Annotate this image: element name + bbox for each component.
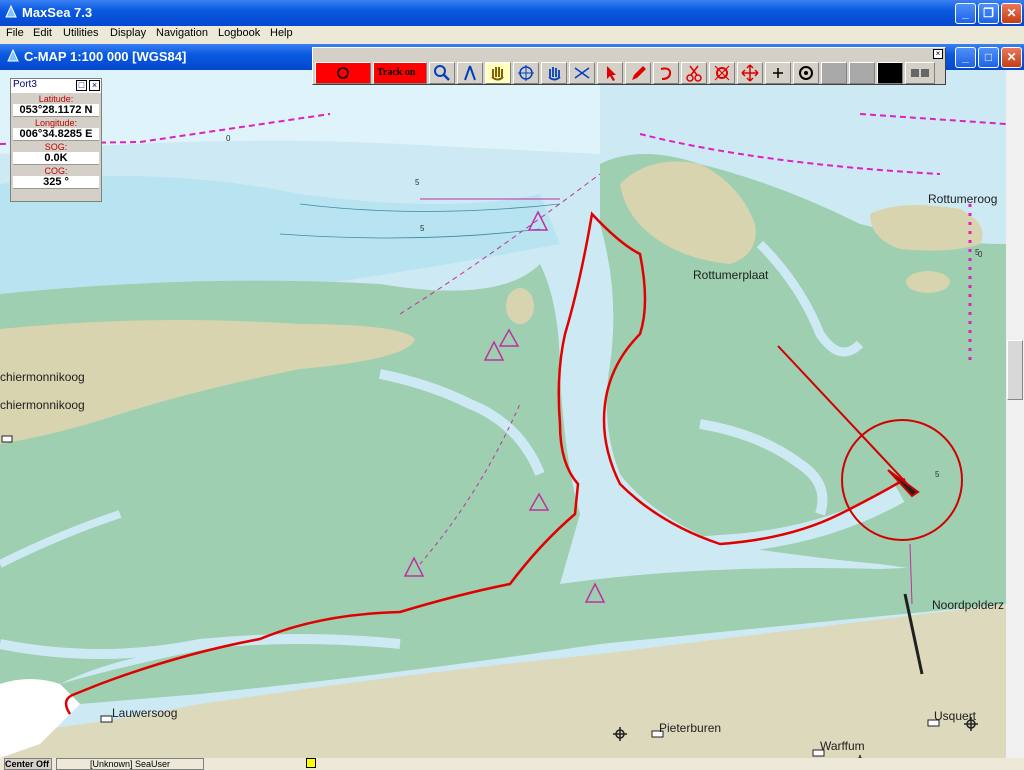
- grey-swatch-button[interactable]: [821, 62, 847, 84]
- menu-logbook[interactable]: Logbook: [218, 27, 260, 39]
- user-status: [Unknown] SeaUser: [56, 758, 204, 770]
- hand-pan-icon: [491, 67, 504, 81]
- menu-file[interactable]: File: [6, 27, 24, 39]
- nautical-chart[interactable]: Rottumerplaat Rottumeroog chiermonnikoog…: [0, 70, 1006, 758]
- arrows-icon: [574, 67, 590, 79]
- pan-button[interactable]: [485, 62, 511, 84]
- center-button[interactable]: [793, 62, 819, 84]
- place-label-schiermonnikoog-2: chiermonnikoog: [0, 398, 85, 412]
- move-icon: [741, 64, 759, 82]
- position-info-panel: Port3 □ × Latitude: 053°28.1172 N Longit…: [10, 78, 102, 202]
- chart-graphics: [0, 70, 1006, 758]
- compass-divider-icon: [464, 65, 476, 81]
- menu-help[interactable]: Help: [270, 27, 293, 39]
- info-panel-titlebar[interactable]: Port3 □ ×: [11, 79, 101, 93]
- depth-label: 5: [420, 224, 425, 233]
- chart-close-button[interactable]: ✕: [1001, 47, 1022, 68]
- chart-window-icon: [7, 49, 19, 62]
- longitude-label: Longitude:: [34, 118, 78, 128]
- crosshair-button[interactable]: [513, 62, 539, 84]
- info-panel-maximize-button[interactable]: □: [76, 80, 87, 91]
- arrows-button[interactable]: [569, 62, 595, 84]
- divider-button[interactable]: [457, 62, 483, 84]
- minimize-button[interactable]: _: [955, 3, 976, 24]
- place-label-schiermonnikoog-1: chiermonnikoog: [0, 370, 85, 384]
- chart-window-title: C-MAP 1:100 000 [WGS84]: [24, 49, 187, 64]
- pointer-icon: [607, 66, 616, 81]
- hand-select-icon: [548, 67, 561, 81]
- depth-label: 5: [415, 178, 420, 187]
- chart-window: C-MAP 1:100 000 [WGS84] _ □ ✕ Rottumerpl…: [0, 44, 1024, 768]
- tools-palette-titlebar[interactable]: [313, 48, 945, 60]
- chart-minimize-button[interactable]: _: [955, 47, 976, 68]
- place-label-pieterburen: Pieterburen: [659, 721, 722, 735]
- mob-icon: [337, 67, 349, 79]
- scrollbar-thumb[interactable]: [1007, 340, 1023, 400]
- zoom-icon: [434, 65, 450, 81]
- route-button[interactable]: [653, 62, 679, 84]
- scissors-button[interactable]: [681, 62, 707, 84]
- circle-dot-icon: [799, 66, 813, 80]
- cog-value: 325 °: [13, 176, 99, 189]
- place-label-warffum: Warffum: [820, 739, 865, 753]
- info-panel-title: Port3: [13, 79, 37, 90]
- longitude-value: 006°34.8285 E: [13, 128, 99, 141]
- black-swatch-button[interactable]: [877, 62, 903, 84]
- latitude-label: Latitude:: [38, 94, 74, 104]
- hand-select-button[interactable]: [541, 62, 567, 84]
- close-button[interactable]: ✕: [1001, 3, 1022, 24]
- place-label-rottumeroog: Rottumeroog: [928, 192, 998, 206]
- crosshair-icon: [518, 65, 534, 81]
- pencil-button[interactable]: [625, 62, 651, 84]
- sog-label: SOG:: [44, 142, 68, 152]
- pointer-button[interactable]: [597, 62, 623, 84]
- restore-button[interactable]: ❐: [978, 3, 999, 24]
- menu-display[interactable]: Display: [110, 27, 146, 39]
- latitude-value: 053°28.1172 N: [13, 104, 99, 117]
- pencil-icon: [632, 66, 646, 80]
- menu-navigation[interactable]: Navigation: [156, 27, 208, 39]
- zoom-button[interactable]: [429, 62, 455, 84]
- track-on-button[interactable]: Track on: [373, 62, 427, 84]
- chart-maximize-button[interactable]: □: [978, 47, 999, 68]
- place-label-usquert: Usquert: [934, 709, 977, 723]
- depth-label: 0: [226, 134, 231, 143]
- tools-palette: × Track on: [312, 47, 946, 85]
- tools-palette-close-button[interactable]: ×: [933, 49, 943, 59]
- status-indicator: [306, 758, 316, 768]
- move-button[interactable]: [737, 62, 763, 84]
- depth-label: 5: [935, 470, 940, 479]
- window-layout-button[interactable]: [905, 62, 935, 84]
- grey-swatch-button[interactable]: [849, 62, 875, 84]
- menubar: File Edit Utilities Display Navigation L…: [0, 26, 1024, 44]
- target-icon: [714, 65, 730, 81]
- track-on-label: Track on: [377, 67, 416, 78]
- sog-value: 0.0K: [13, 152, 99, 165]
- info-panel-close-button[interactable]: ×: [89, 80, 100, 91]
- plus-icon: [773, 68, 783, 78]
- windows-icon: [911, 69, 929, 77]
- mob-button[interactable]: [315, 62, 371, 84]
- target-button[interactable]: [709, 62, 735, 84]
- app-title: MaxSea 7.3: [22, 5, 93, 20]
- route-icon: [660, 67, 672, 80]
- depth-label: 0: [978, 250, 983, 259]
- place-label-lauwersoog: Lauwersoog: [112, 706, 178, 720]
- plus-button[interactable]: [765, 62, 791, 84]
- place-label-noordpolder: Noordpolderz: [932, 598, 1005, 612]
- status-bar: Center Off [Unknown] SeaUser: [0, 758, 1024, 770]
- center-toggle[interactable]: Center Off: [4, 758, 52, 770]
- menu-edit[interactable]: Edit: [33, 27, 52, 39]
- menu-utilities[interactable]: Utilities: [63, 27, 98, 39]
- scissors-icon: [686, 65, 702, 82]
- cog-label: COG:: [44, 166, 68, 176]
- maxsea-app-icon: [5, 5, 17, 18]
- vertical-scrollbar[interactable]: [1006, 70, 1024, 760]
- place-label-rottumerplaat: Rottumerplaat: [693, 268, 769, 282]
- app-titlebar: MaxSea 7.3 _ ❐ ✕: [0, 0, 1024, 26]
